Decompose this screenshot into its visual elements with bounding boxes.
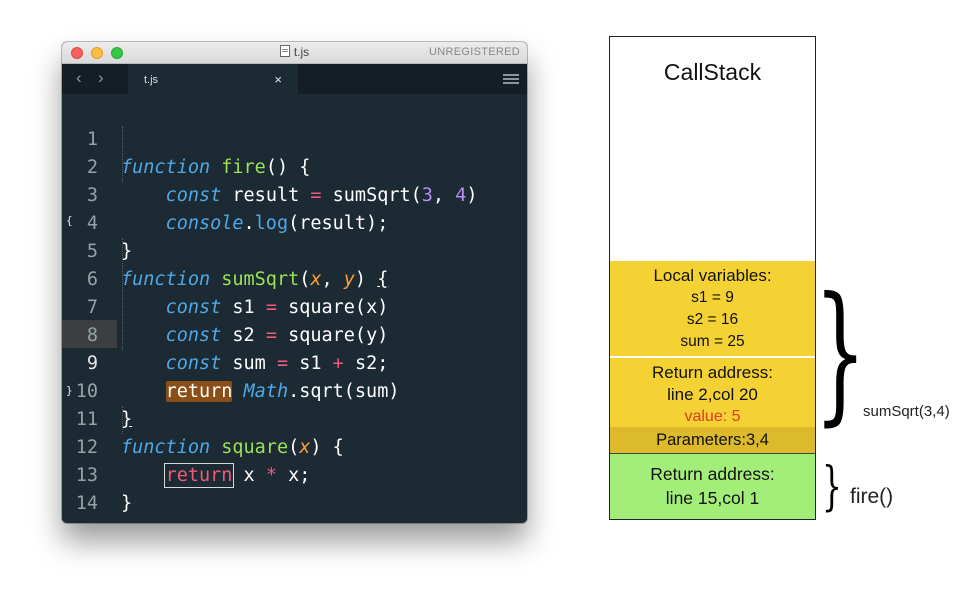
sumsqrt-brace-icon: } — [814, 266, 867, 440]
locals-header: Local variables: — [653, 266, 772, 285]
fire-brace-icon: } — [822, 457, 842, 517]
code-text: console.log(result); — [165, 213, 389, 234]
local-s1: s1 = 9 — [691, 289, 734, 306]
local-s2: s2 = 16 — [686, 311, 739, 328]
code-text: return Math.sqrt(sum) — [165, 381, 400, 402]
fire-return-header: Return address: — [650, 464, 775, 484]
code-line: 15 fire() — [62, 490, 129, 523]
code-line: 12 return x * x; — [62, 406, 310, 488]
nav-forward-icon[interactable]: › — [98, 68, 104, 88]
code-text: const s1 = square(x) — [165, 297, 389, 318]
code-editor[interactable]: { } 1 function fire() { 2 const result =… — [62, 94, 527, 523]
code-line: 8 const sum = s1 + s2; — [62, 294, 389, 374]
code-line: 10 } — [62, 350, 132, 430]
return-value: value: 5 — [684, 408, 741, 425]
callstack-title: CallStack — [663, 59, 762, 85]
fire-frame-label: fire() — [850, 485, 894, 508]
fire-return-location: line 15,col 1 — [665, 488, 760, 508]
license-status: UNREGISTERED — [429, 46, 520, 58]
code-line: 14 — [62, 462, 129, 514]
parameters-frame: Parameters:3,4 — [610, 427, 815, 453]
return-address-frame: Return address: line 2,col 20 value: 5 — [610, 357, 815, 427]
sumsqrt-frame-label: sumSqrt(3,4) — [863, 403, 950, 420]
nav-back-icon[interactable]: ‹ — [76, 68, 82, 88]
menu-icon[interactable] — [503, 74, 519, 84]
editor-window: t.js UNREGISTERED ‹ › t.js × { } 1 funct… — [62, 42, 527, 523]
tab-label: t.js — [144, 74, 159, 86]
code-line: 11 function square(x) { — [62, 378, 344, 458]
callstack-box: CallStack Local variables: s1 = 9 s2 = 1… — [609, 36, 816, 520]
code-text: function fire() { — [121, 157, 311, 178]
local-variables-frame: Local variables: s1 = 9 s2 = 16 sum = 25 — [610, 261, 815, 356]
code-line: 1 function fire() { — [62, 98, 311, 178]
code-line: 3 console.log(result); — [62, 154, 388, 234]
code-text: function square(x) { — [121, 437, 344, 458]
tab-t-js[interactable]: t.js × — [128, 64, 298, 94]
file-icon — [279, 45, 290, 57]
code-text: function sumSqrt(x, y) { — [121, 269, 389, 290]
code-text: return x * x; — [163, 463, 311, 488]
title-bar: t.js UNREGISTERED — [62, 42, 527, 64]
tab-bar: ‹ › t.js × — [62, 64, 527, 94]
local-sum: sum = 25 — [680, 333, 745, 350]
return-location: line 2,col 20 — [667, 385, 758, 404]
line-number: 15 — [62, 518, 98, 523]
code-line: 5 function sumSqrt(x, y) { — [62, 210, 388, 290]
code-line: 4 } — [62, 182, 132, 262]
code-line: 7 const s2 = square(y) — [62, 266, 389, 346]
code-line: 13 } — [62, 434, 132, 514]
code-text: const sum = s1 + s2; — [165, 353, 389, 374]
code-line: 2 const result = sumSqrt(3, 4) — [62, 126, 478, 206]
window-title-text: t.js — [293, 45, 310, 59]
code-text: const s2 = square(y) — [165, 325, 389, 346]
code-line-current: 9 return Math.sqrt(sum) — [62, 322, 399, 402]
return-header: Return address: — [652, 363, 773, 382]
tab-close-icon[interactable]: × — [274, 72, 282, 87]
code-text: const result = sumSqrt(3, 4) — [165, 185, 478, 206]
fire-return-frame: Return address: line 15,col 1 — [610, 453, 815, 519]
code-line: 6 const s1 = square(x) — [62, 238, 389, 318]
